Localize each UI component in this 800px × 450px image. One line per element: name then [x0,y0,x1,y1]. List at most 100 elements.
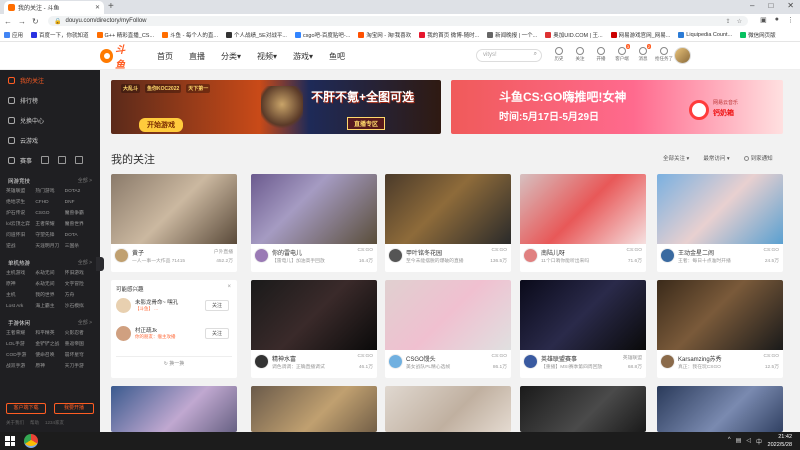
event-team-icon[interactable] [75,156,84,164]
stream-card[interactable]: 王动金星二闹 CS:GO 王者：每日十点准时开播 24.5万 [657,174,783,272]
volume-icon[interactable]: ◁ [746,437,751,446]
stream-thumbnail[interactable] [251,280,377,350]
streamer-name[interactable]: 南陆儿呀 [541,248,611,257]
bookmark-item[interactable]: csgo吧-百度贴吧-... [294,31,350,39]
sidebar-category-link[interactable]: 王者荣耀 [6,329,35,339]
tab-close-icon[interactable]: ✕ [95,4,100,11]
minimize-icon[interactable]: – [750,1,754,10]
stream-thumbnail[interactable] [657,280,783,350]
follow-button[interactable]: 关注 [204,328,229,339]
bookmark-item[interactable]: 新闻晚报 | 一个... [487,31,537,39]
nav-item[interactable]: 视频▾ [257,51,277,62]
bookmark-item[interactable]: 淘宝网 - 淘!我喜欢 [358,31,411,39]
extension-icon[interactable]: ▣ [760,16,767,24]
sidebar-item[interactable]: 我的关注 [0,70,100,90]
bookmark-item[interactable]: 应用 [4,31,23,39]
sidebar-category-link[interactable]: 炉石传说 [6,209,35,219]
bookmark-item[interactable]: 个人战绩_5E对战平... [226,31,287,39]
stream-card[interactable] [111,386,237,432]
stream-card[interactable] [657,386,783,432]
streamer-name[interactable]: 黄子 [132,248,202,257]
header-tool[interactable]: 关注 [573,47,587,62]
stream-card[interactable]: 南陆儿呀 CS:GO 11个口哨你能听出来吗 71.6万 [520,174,646,272]
download-client-button[interactable]: 客户端下载 [6,403,46,414]
back-icon[interactable]: ← [4,17,12,26]
clock[interactable]: 21:42 2022/5/28 [768,433,792,449]
streamer-name[interactable]: 你的雷电儿 [272,248,342,257]
sidebar-category-link[interactable]: 永劫无间 [35,269,64,279]
sidebar-category-link[interactable]: 文字冒险 [65,280,94,290]
streamer-avatar[interactable] [660,354,675,369]
sidebar-item[interactable]: 排行榜 [0,90,100,110]
bookmark-item[interactable]: 奥加UID.COM | 王... [545,31,603,39]
profile-icon[interactable]: ● [775,16,779,24]
stream-card[interactable] [385,386,511,432]
stream-card[interactable]: 你的雷电儿 CS:GO 【雷电儿】加油高手回放 16.4万 [251,174,377,272]
sidebar-category-link[interactable]: 战双手游 [6,362,35,372]
sidebar-category-link[interactable]: 天涯明月刀 [35,242,64,252]
sidebar-category-link[interactable]: 守望先锋 [35,231,64,241]
search-icon[interactable]: ⌕ [534,51,537,58]
header-tool[interactable]: 2 消息 [636,44,651,62]
streamer-name[interactable]: 精神水富 [272,354,342,363]
search-input[interactable]: vitys! ⌕ [476,49,542,62]
forward-icon[interactable]: → [18,17,26,26]
stream-card[interactable]: 黄子 户外直播 一人一事一大作品 71415 452.2万 [111,174,237,272]
reload-icon[interactable]: ↻ [32,17,39,26]
change-batch-button[interactable]: ↻ 换一换 [111,360,237,367]
live-zone-button[interactable]: 直播专区 [347,117,386,130]
filter-sort-dropdown[interactable]: 最常访问 ▾ [703,154,729,162]
sidebar-collapse-handle[interactable] [96,257,104,271]
sidebar-category-link[interactable]: Lost Ark [6,302,35,312]
douyu-logo[interactable]: 斗鱼 [100,45,134,71]
streamer-name[interactable]: 王动金星二闹 [678,248,748,257]
sidebar-section-all-link[interactable]: 全部 > [78,319,92,326]
sidebar-item[interactable]: 云游戏 [0,130,100,150]
stream-card[interactable]: 英雄联盟赛事 英雄联盟 【重播】MSI赛季第四周回放 68.8万 [520,280,646,378]
sidebar-category-link[interactable]: lol云顶之弈 [6,220,35,230]
header-tool[interactable]: 历史 [552,47,566,62]
sidebar-category-link[interactable]: 和平精英 [35,329,64,339]
bookmark-item[interactable]: 微信网页版 [740,31,776,39]
sidebar-category-link[interactable]: 火影忍者 [65,329,94,339]
streamer-name[interactable]: 甲叶铭冬花园 [406,248,476,257]
recommend-avatar[interactable] [116,326,131,341]
stream-thumbnail[interactable] [251,386,377,432]
sidebar-category-link[interactable]: 重返帝国 [65,340,94,350]
recommend-avatar[interactable] [116,298,131,313]
streamer-avatar[interactable] [660,248,675,263]
sidebar-footer-link[interactable]: 关于我们 [6,420,24,426]
header-tool[interactable]: 开播 [594,47,608,62]
bookmark-star-icon[interactable]: ☆ [737,18,742,25]
sidebar-category-link[interactable]: 主机游戏 [6,269,35,279]
bookmark-item[interactable]: 百度一下，你就知道 [31,31,89,39]
sidebar-category-link[interactable]: 魔兽争霸 [65,209,94,219]
streamer-name[interactable]: 英雄联盟赛事 [541,354,611,363]
nav-item[interactable]: 直播 [189,51,205,62]
sidebar-category-link[interactable]: 三国杀 [65,242,94,252]
sidebar-category-link[interactable]: 永劫无间 [35,280,64,290]
streamer-name[interactable]: Karsamzing苏秀 [678,354,748,363]
ime-icon[interactable]: 中 [756,437,762,446]
stream-card[interactable]: CSGO馒头 CS:GO 美女战队PL精心选帧 86.1万 [385,280,511,378]
start-live-button[interactable]: 我要开播 [54,403,94,414]
sidebar-section-all-link[interactable]: 全部 > [78,177,92,184]
nav-item[interactable]: 首页 [157,51,173,62]
chrome-taskbar-icon[interactable] [24,434,38,448]
streamer-name[interactable]: CSGO馒头 [406,354,476,363]
close-window-icon[interactable]: ✕ [787,1,794,10]
sidebar-category-link[interactable]: 绝地求生 [6,198,35,208]
follow-button[interactable]: 关注 [204,300,229,311]
recommend-item[interactable]: 未影龙骨命~ 嘿孔 【斗鱼】 ... 关注 [116,296,232,320]
share-icon[interactable]: ⇪ [726,18,731,25]
start-game-button[interactable]: 开始游戏 [139,118,183,132]
new-tab-button[interactable]: + [108,1,114,13]
header-tool[interactable]: 抢任务了 [655,47,673,62]
csgo-event-banner[interactable]: 斗鱼CS:GO嗨推吧!女神 时间:5月17日-5月29日 网易云音乐 钙奶箱 [451,80,783,134]
sidebar-category-link[interactable]: 海上霸主 [35,302,64,312]
sidebar-category-link[interactable]: 魔兽世界 [65,220,94,230]
sidebar-footer-link[interactable]: 1234家友 [45,420,64,426]
stream-thumbnail[interactable] [385,386,511,432]
sidebar-category-link[interactable]: COD手游 [6,351,35,361]
stream-thumbnail[interactable] [385,174,511,244]
